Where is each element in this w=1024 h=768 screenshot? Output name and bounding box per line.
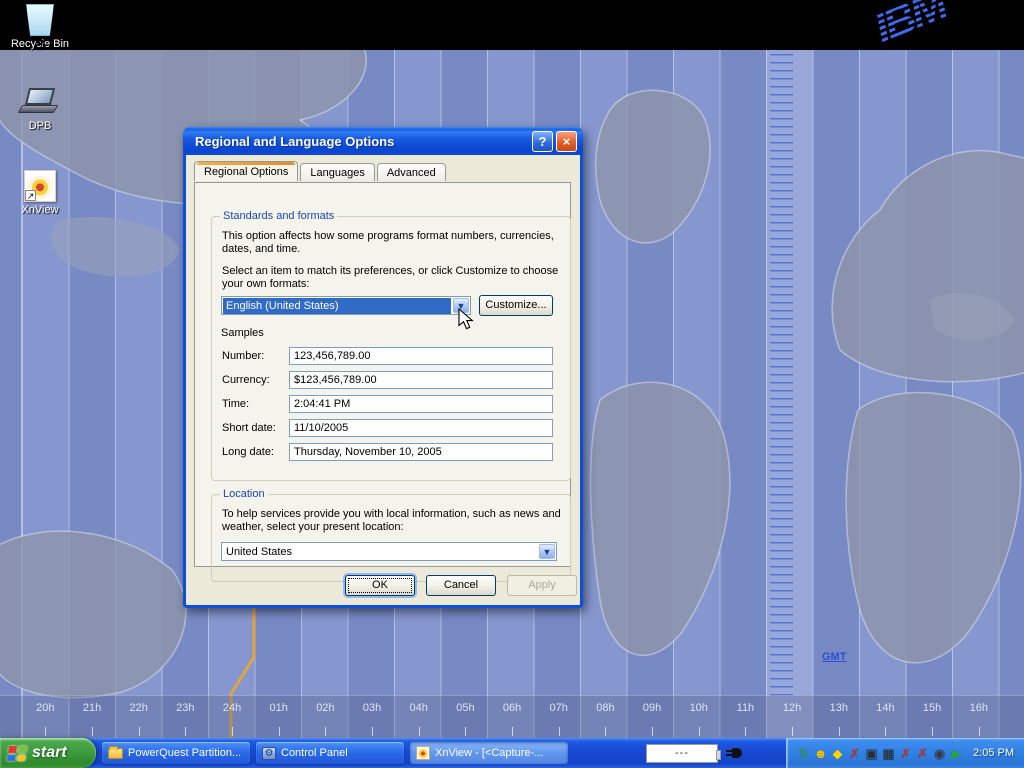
xnview-icon: ↗ (24, 170, 56, 202)
sample-label: Number: (222, 350, 264, 363)
samples-label: Samples (221, 327, 264, 340)
system-tray: ⇅☻◆✗▣▦✗✗◉▶ 2:05 PM (786, 738, 1024, 768)
close-button[interactable]: × (556, 131, 577, 152)
desktop: GMT 20h21h22h23h24h01h02h03h04h05h06h07h… (0, 0, 1024, 768)
number-sample-field[interactable]: 123,456,789.00 (289, 347, 553, 365)
taskbar-button-control-panel[interactable]: ⚙ Control Panel (256, 742, 404, 764)
desktop-icon-recycle-bin[interactable]: ♻ Recycle Bin (2, 4, 78, 50)
ibm-logo: IBM (868, 0, 953, 54)
offline-contacts-icon[interactable]: ✗ (846, 745, 863, 762)
taskbar-button-xnview[interactable]: XnView - [<Capture-... (410, 742, 568, 764)
location-combobox[interactable]: United States ▼ (221, 542, 557, 561)
taskbar-button-powerquest[interactable]: PowerQuest Partition... (102, 742, 250, 764)
customize-button[interactable]: Customize... (479, 295, 553, 316)
tab-advanced[interactable]: Advanced (377, 163, 446, 181)
location-description: To help services provide you with local … (222, 508, 562, 534)
vnc-server-icon[interactable]: ☻ (812, 745, 829, 762)
muted-network-icon[interactable]: ✗ (914, 745, 931, 762)
sample-label: Long date: (222, 446, 274, 459)
tab-languages[interactable]: Languages (300, 163, 374, 181)
dialog-titlebar[interactable]: Regional and Language Options ? × (183, 127, 583, 155)
taskbar-clock[interactable]: 2:05 PM (973, 747, 1014, 759)
sample-label: Currency: (222, 374, 270, 387)
sample-label: Short date: (222, 422, 276, 435)
apply-button[interactable]: Apply (507, 575, 577, 596)
windows-flag-icon (7, 746, 27, 761)
disconnected-grid-icon[interactable]: ▦ (880, 745, 897, 762)
desktop-icon-dpb[interactable]: DPB (2, 88, 78, 132)
regional-options-panel: Standards and formats This option affect… (194, 182, 571, 567)
network-computer-icon[interactable]: ▣ (863, 745, 880, 762)
mouse-cursor (458, 308, 478, 332)
standards-description: This option affects how some programs fo… (222, 230, 558, 256)
laptop-icon (18, 88, 62, 118)
format-combobox[interactable]: English (United States) ▼ (221, 296, 471, 315)
tray-icons: ⇅☻◆✗▣▦✗✗◉▶ (795, 745, 965, 762)
tab-regional-options[interactable]: Regional Options (194, 161, 298, 181)
volume-icon[interactable]: ◉ (931, 745, 948, 762)
standards-instruction: Select an item to match its preferences,… (222, 265, 562, 291)
cancel-button[interactable]: Cancel (426, 575, 496, 596)
shortcut-arrow-icon: ↗ (25, 190, 36, 201)
group-legend: Standards and formats (220, 210, 337, 222)
battery-meter[interactable]: --- (646, 744, 718, 763)
start-button[interactable]: start (0, 738, 96, 768)
recycle-bin-icon: ♻ (26, 4, 54, 36)
currency-sample-field[interactable]: $123,456,789.00 (289, 371, 553, 389)
timezone-hour-band (0, 695, 1024, 738)
regional-language-options-dialog: Regional and Language Options ? × Region… (183, 127, 583, 608)
chevron-down-icon[interactable]: ▼ (539, 544, 555, 559)
group-legend: Location (220, 488, 268, 500)
short-date-sample-field[interactable]: 11/10/2005 (289, 419, 553, 437)
taskbar: start PowerQuest Partition... ⚙ Control … (0, 738, 1024, 768)
display-utility-icon[interactable]: ▶ (948, 745, 965, 762)
help-button[interactable]: ? (532, 131, 553, 152)
control-panel-icon: ⚙ (262, 747, 276, 760)
top-band: IBM (0, 0, 1024, 50)
diamond-utility-icon[interactable]: ◆ (829, 745, 846, 762)
sample-label: Time: (222, 398, 249, 411)
tab-strip: Regional Options Languages Advanced (194, 163, 448, 183)
time-sample-field[interactable]: 2:04:41 PM (289, 395, 553, 413)
dialog-title: Regional and Language Options (195, 134, 529, 149)
ok-button[interactable]: OK (345, 575, 415, 596)
disconnected-drive-icon[interactable]: ✗ (897, 745, 914, 762)
long-date-sample-field[interactable]: Thursday, November 10, 2005 (289, 443, 553, 461)
removable-hardware-icon[interactable]: ⇅ (795, 745, 812, 762)
ac-power-plug-icon (726, 746, 742, 760)
desktop-icon-xnview[interactable]: ↗ XnView (2, 170, 78, 216)
folder-icon (108, 748, 123, 759)
xnview-icon (416, 746, 430, 760)
